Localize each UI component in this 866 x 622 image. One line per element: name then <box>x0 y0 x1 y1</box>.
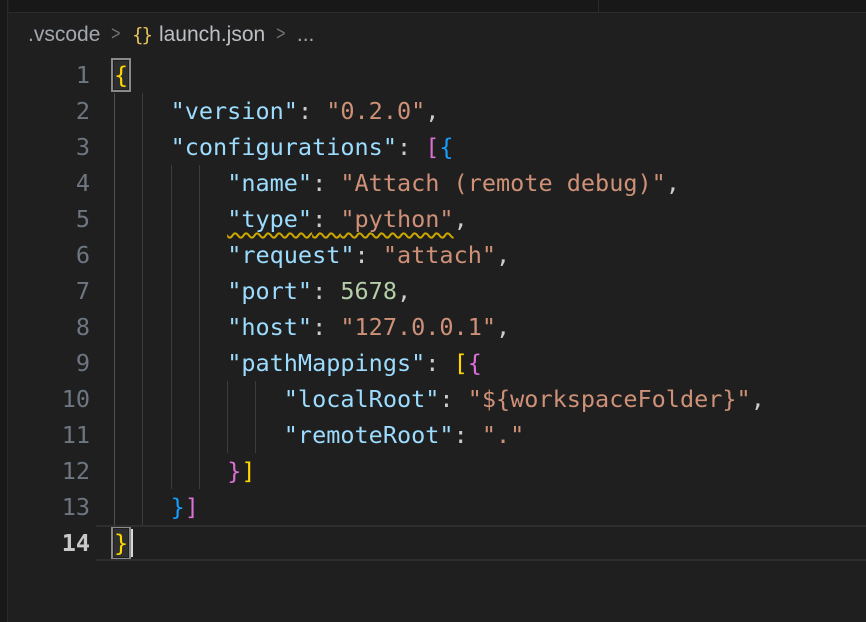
code-text: } <box>9 525 866 561</box>
tab-bar-filler <box>599 0 866 12</box>
code-line[interactable]: 4 "name": "Attach (remote debug)", <box>9 165 866 201</box>
breadcrumb-symbol-path[interactable]: ... <box>297 23 315 47</box>
code-lines[interactable]: 1{2 "version": "0.2.0",3 "configurations… <box>9 57 866 561</box>
code-text: "host": "127.0.0.1", <box>9 309 866 345</box>
code-line[interactable]: 9 "pathMappings": [{ <box>9 345 866 381</box>
editor-pane[interactable]: .vscode > {} launch.json > ... 1{2 "vers… <box>9 13 866 622</box>
code-text: "pathMappings": [{ <box>9 345 866 381</box>
code-text: "port": 5678, <box>9 273 866 309</box>
code-line[interactable]: 5 "type": "python", <box>9 201 866 237</box>
code-text: }] <box>9 453 866 489</box>
line-number[interactable]: 3 <box>9 129 90 165</box>
code-line[interactable]: 7 "port": 5678, <box>9 273 866 309</box>
code-line[interactable]: 6 "request": "attach", <box>9 237 866 273</box>
line-number[interactable]: 12 <box>9 453 90 489</box>
code-line[interactable]: 1{ <box>9 57 866 93</box>
code-line[interactable]: 8 "host": "127.0.0.1", <box>9 309 866 345</box>
vscode-window: .vscode > {} launch.json > ... 1{2 "vers… <box>0 0 866 622</box>
bracket-match: { <box>114 61 128 89</box>
line-number[interactable]: 4 <box>9 165 90 201</box>
line-number[interactable]: 8 <box>9 309 90 345</box>
line-number[interactable]: 1 <box>9 57 90 93</box>
active-tab-edge[interactable] <box>9 0 598 12</box>
code-line[interactable]: 13 }] <box>9 489 866 525</box>
breadcrumb-file[interactable]: launch.json <box>159 23 265 47</box>
warning-squiggle: "type": "python" <box>227 205 453 233</box>
line-number[interactable]: 2 <box>9 93 90 129</box>
code-line[interactable]: 11 "remoteRoot": "." <box>9 417 866 453</box>
line-number[interactable]: 5 <box>9 201 90 237</box>
code-line[interactable]: 12 }] <box>9 453 866 489</box>
code-text: "remoteRoot": "." <box>9 417 866 453</box>
line-number[interactable]: 9 <box>9 345 90 381</box>
line-number[interactable]: 14 <box>9 525 90 561</box>
tab-bar <box>9 0 866 13</box>
chevron-right-icon: > <box>276 23 285 46</box>
code-text: "configurations": [{ <box>9 129 866 165</box>
line-number[interactable]: 6 <box>9 237 90 273</box>
code-text: "request": "attach", <box>9 237 866 273</box>
code-text: }] <box>9 489 866 525</box>
chevron-right-icon: > <box>112 23 121 46</box>
code-text: "version": "0.2.0", <box>9 93 866 129</box>
code-text: "localRoot": "${workspaceFolder}", <box>9 381 866 417</box>
bracket-match: } <box>114 529 128 557</box>
sidebar-edge <box>0 0 8 622</box>
code-text: { <box>9 57 866 93</box>
text-cursor <box>131 529 133 557</box>
line-number[interactable]: 11 <box>9 417 90 453</box>
code-line[interactable]: 14} <box>9 525 866 561</box>
code-line[interactable]: 3 "configurations": [{ <box>9 129 866 165</box>
line-number[interactable]: 10 <box>9 381 90 417</box>
breadcrumb: .vscode > {} launch.json > ... <box>9 13 866 57</box>
json-braces-icon: {} <box>132 24 151 46</box>
line-number[interactable]: 13 <box>9 489 90 525</box>
line-number[interactable]: 7 <box>9 273 90 309</box>
code-line[interactable]: 10 "localRoot": "${workspaceFolder}", <box>9 381 866 417</box>
code-line[interactable]: 2 "version": "0.2.0", <box>9 93 866 129</box>
breadcrumb-folder[interactable]: .vscode <box>28 23 100 47</box>
code-text: "type": "python", <box>9 201 866 237</box>
code-text: "name": "Attach (remote debug)", <box>9 165 866 201</box>
